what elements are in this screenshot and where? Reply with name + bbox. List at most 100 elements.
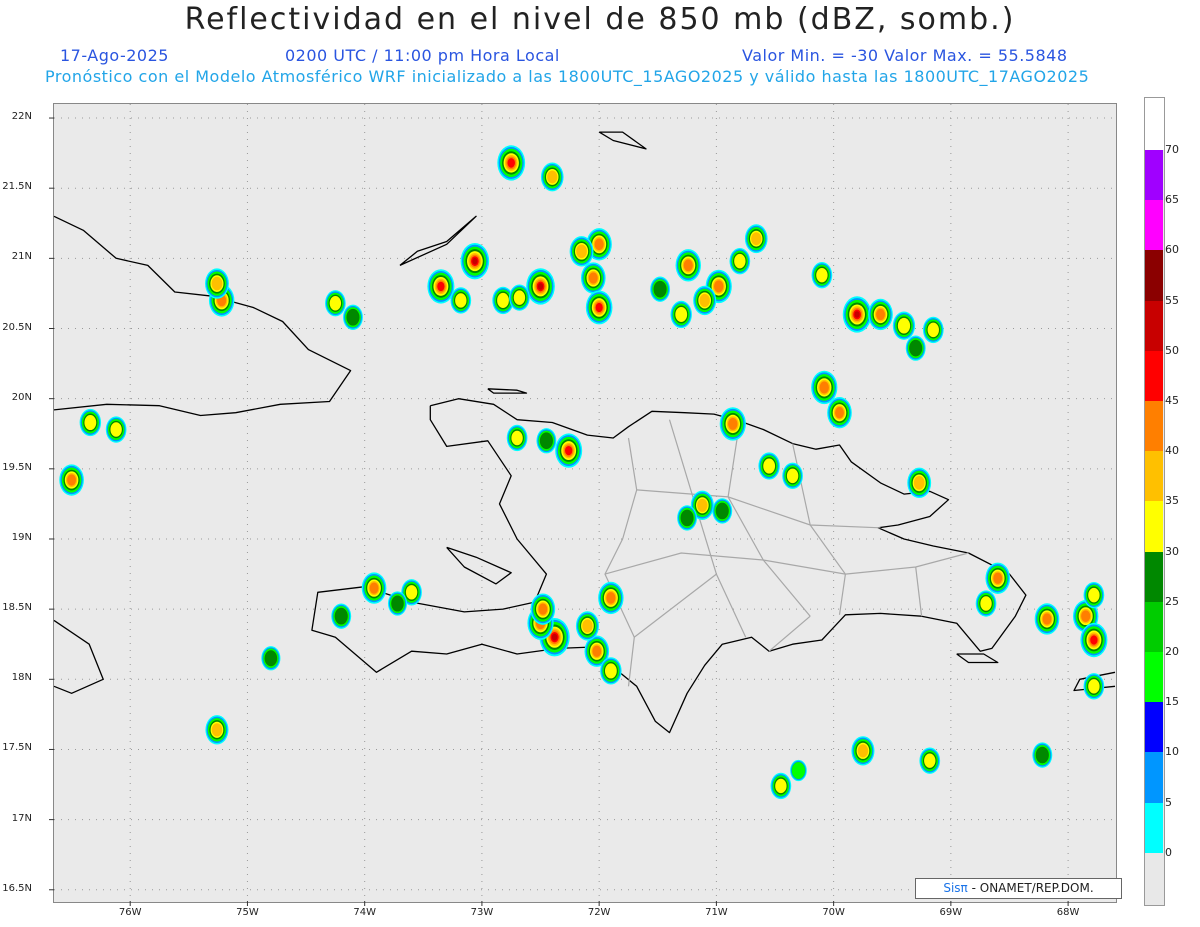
reflectivity-cell xyxy=(598,581,624,615)
reflectivity-cell xyxy=(842,296,872,333)
reflectivity-contour xyxy=(595,302,603,313)
colorbar-swatch xyxy=(1145,150,1163,201)
reflectivity-cell xyxy=(677,505,698,531)
reflectivity-contour xyxy=(507,158,515,168)
reflectivity-cell xyxy=(905,335,926,361)
reflectivity-cell xyxy=(827,397,852,429)
reflectivity-cell xyxy=(1083,581,1105,609)
reflectivity-cell xyxy=(387,591,408,616)
reflectivity-contour xyxy=(110,422,122,437)
colorbar-label: 55 xyxy=(1165,293,1179,307)
province-border xyxy=(668,419,747,638)
reflectivity-contour xyxy=(594,238,604,251)
colorbar-swatch xyxy=(1145,601,1163,652)
reflectivity-contour xyxy=(924,753,936,768)
reflectivity-contour xyxy=(582,619,593,633)
reflectivity-cell xyxy=(575,611,599,641)
colorbar-swatch xyxy=(1145,300,1163,351)
province-border xyxy=(915,566,923,617)
reflectivity-cell xyxy=(536,428,557,454)
reflectivity-contour xyxy=(854,311,860,318)
reflectivity-cell xyxy=(975,590,997,617)
reflectivity-cell xyxy=(811,262,833,289)
reflectivity-contour xyxy=(980,596,992,611)
reflectivity-cell xyxy=(868,298,893,331)
reflectivity-cell xyxy=(907,467,932,499)
coast-gonave xyxy=(446,546,512,585)
colorbar-label: 5 xyxy=(1165,795,1172,809)
reflectivity-contour xyxy=(576,244,587,259)
reflectivity-contour xyxy=(993,572,1003,584)
reflectivity-contour xyxy=(897,317,911,334)
colorbar-swatch xyxy=(1145,551,1163,602)
reflectivity-cell xyxy=(569,236,594,267)
reflectivity-cell xyxy=(1083,673,1105,700)
credit-box: Sisπ - ONAMET/REP.DOM. xyxy=(915,878,1122,899)
reflectivity-contour xyxy=(791,761,806,780)
reflectivity-cell xyxy=(670,300,692,329)
reflectivity-contour xyxy=(369,582,379,594)
reflectivity-cell xyxy=(1080,622,1108,658)
reflectivity-cell xyxy=(650,276,671,302)
reflectivity-contour xyxy=(606,592,616,604)
reflectivity-contour xyxy=(551,633,558,641)
reflectivity-cell xyxy=(497,145,526,181)
reflectivity-contour xyxy=(211,276,223,291)
reflectivity-cell xyxy=(1034,603,1060,635)
reflectivity-contour xyxy=(775,778,787,794)
reflectivity-contour xyxy=(604,663,617,679)
reflectivity-contour xyxy=(1088,587,1100,603)
reflectivity-contour xyxy=(1081,610,1091,622)
reflectivity-contour xyxy=(1035,746,1049,764)
reflectivity-contour xyxy=(1088,679,1100,694)
reflectivity-cell xyxy=(205,715,229,745)
reflectivity-cell xyxy=(719,407,746,441)
reflectivity-cell xyxy=(790,759,807,782)
reflectivity-cell xyxy=(506,424,528,452)
reflectivity-cell xyxy=(693,285,717,316)
reflectivity-contour xyxy=(334,607,348,625)
reflectivity-contour xyxy=(728,417,738,430)
reflectivity-contour xyxy=(699,293,710,308)
reflectivity-contour xyxy=(1090,635,1098,645)
province-border xyxy=(636,489,881,529)
colorbar-label: 35 xyxy=(1165,494,1179,508)
reflectivity-cell xyxy=(851,736,875,766)
reflectivity-cell xyxy=(555,433,583,468)
reflectivity-cell xyxy=(892,311,916,340)
province-border xyxy=(604,552,969,575)
reflectivity-contour xyxy=(588,272,598,284)
reflectivity-cell xyxy=(261,646,281,671)
reflectivity-contour xyxy=(751,232,762,246)
colorbar-swatch xyxy=(1145,802,1163,853)
reflectivity-cell xyxy=(744,224,768,254)
reflectivity-contour xyxy=(697,498,708,512)
coast-saona xyxy=(956,653,999,664)
colorbar-label: 20 xyxy=(1165,645,1179,658)
reflectivity-contour xyxy=(437,281,445,292)
colorbar-label: 65 xyxy=(1165,193,1179,207)
colorbar-label: 15 xyxy=(1165,695,1179,709)
colorbar-swatch xyxy=(1145,451,1163,502)
coast-cuba xyxy=(53,215,352,417)
reflectivity-cell xyxy=(450,287,472,314)
reflectivity-cell xyxy=(509,284,530,311)
reflectivity-contour xyxy=(211,723,223,737)
province-border xyxy=(633,573,717,638)
reflectivity-contour xyxy=(714,280,724,293)
reflectivity-contour xyxy=(539,432,553,450)
reflectivity-cell xyxy=(361,572,387,604)
colorbar-swatch xyxy=(1145,652,1163,703)
reflectivity-map xyxy=(49,104,1116,906)
colorbar-label: 10 xyxy=(1165,745,1179,759)
sispi-logo: Sisπ xyxy=(943,881,968,895)
reflectivity-contour xyxy=(67,474,77,486)
reflectivity-contour xyxy=(346,308,360,326)
colorbar-swatch xyxy=(1145,401,1163,452)
reflectivity-contour xyxy=(547,170,558,184)
reflectivity-cell xyxy=(526,268,555,305)
colorbar-label: 40 xyxy=(1165,444,1179,458)
coast-tortue xyxy=(487,388,528,394)
reflectivity-contour xyxy=(816,267,828,283)
reflectivity-cell xyxy=(343,304,363,330)
